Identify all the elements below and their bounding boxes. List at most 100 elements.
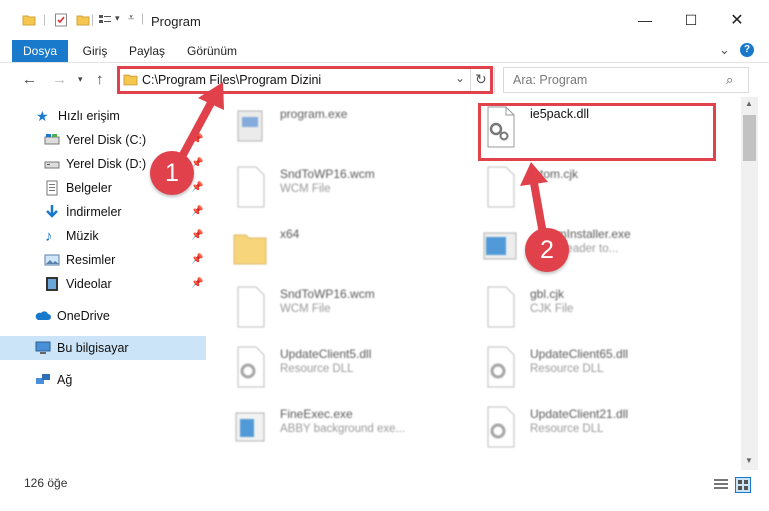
search-placeholder: Ara: Program [513, 73, 588, 87]
exe-file-icon [235, 412, 265, 442]
scroll-thumb[interactable] [743, 115, 756, 161]
sidebar-item-label: Yerel Disk (D:) [66, 157, 147, 171]
search-input[interactable]: Ara: Program ⌕ [503, 67, 749, 93]
dll-file-icon [237, 346, 265, 388]
documents-icon [46, 180, 58, 196]
drive-icon [44, 161, 60, 169]
file-type: Resource DLL [530, 363, 604, 375]
list-item[interactable]: ...tom.cjk [482, 163, 722, 213]
file-type: Resource DLL [530, 423, 604, 435]
list-item[interactable]: program.exe [232, 103, 472, 153]
up-arrow-icon[interactable]: ↑ [96, 71, 104, 88]
file-icon [237, 166, 265, 208]
pin-icon[interactable]: 📌 [191, 206, 203, 217]
pin-icon[interactable]: 📌 [191, 254, 203, 265]
sidebar-item-network[interactable]: Ağ [0, 368, 206, 392]
file-icon [487, 286, 515, 328]
list-item[interactable]: UpdateClient21.dll Resource DLL [482, 403, 722, 453]
folder-icon [233, 234, 267, 265]
file-name: FineExec.exe [280, 407, 353, 421]
address-bar-highlight [117, 66, 493, 94]
tab-file[interactable]: Dosya [12, 40, 68, 62]
sidebar-item-label: Resimler [66, 253, 116, 267]
view-options-icon[interactable] [98, 13, 112, 27]
close-button[interactable]: ✕ [714, 0, 760, 40]
list-item[interactable]: x64 [232, 223, 472, 273]
minimize-button[interactable]: — [622, 0, 668, 40]
list-item[interactable]: UpdateClient5.dll Resource DLL [232, 343, 472, 393]
step-badge-2: 2 [525, 228, 569, 272]
file-type: WCM File [280, 183, 331, 195]
scroll-down-icon[interactable]: ▼ [745, 456, 753, 465]
list-item[interactable]: UpdateClient65.dll Resource DLL [482, 343, 722, 393]
list-item[interactable]: ...ammInstaller.exe ...fineReader to... [482, 223, 722, 273]
status-bar: 126 öğe [0, 470, 769, 498]
file-name: x64 [280, 227, 300, 241]
exe-file-icon [237, 110, 263, 142]
file-type: Resource DLL [280, 363, 354, 375]
computer-icon [35, 341, 51, 354]
sidebar-item-music[interactable]: ♪ Müzik 📌 [0, 224, 206, 248]
sidebar-item-quick-access[interactable]: ★ Hızlı erişim [0, 104, 206, 128]
network-icon [36, 374, 50, 384]
sidebar-item-this-pc[interactable]: Bu bilgisayar [0, 336, 206, 360]
drive-icon [44, 134, 60, 145]
file-highlight [478, 103, 716, 161]
exe-file-icon [483, 232, 517, 260]
list-item[interactable]: gbl.cjk CJK File [482, 283, 722, 333]
scroll-up-icon[interactable]: ▲ [745, 99, 753, 108]
tab-view[interactable]: Görünüm [184, 40, 240, 62]
maximize-button[interactable]: ☐ [668, 0, 714, 40]
customize-toolbar-icon[interactable]: ⩡ [128, 12, 134, 25]
sidebar-item-downloads[interactable]: İndirmeler 📌 [0, 200, 206, 224]
file-name: SndToWP16.wcm [280, 167, 375, 181]
sidebar-item-label: İndirmeler [66, 205, 122, 219]
back-arrow-icon[interactable]: ← [22, 71, 37, 88]
search-icon[interactable]: ⌕ [726, 72, 733, 88]
properties-icon[interactable] [54, 13, 68, 27]
title-divider: | [141, 11, 145, 25]
help-icon[interactable]: ? [740, 43, 754, 57]
pin-icon[interactable]: 📌 [191, 134, 203, 145]
file-name: UpdateClient21.dll [530, 407, 629, 421]
title-bar: | | ▾ ⩡ | Program — ☐ ✕ [0, 0, 769, 40]
dll-file-icon [487, 346, 515, 388]
file-type: ABBY background exe... [280, 423, 406, 435]
file-type: CJK File [530, 303, 574, 315]
sidebar-item-onedrive[interactable]: OneDrive [0, 304, 206, 328]
list-item[interactable]: SndToWP16.wcm WCM File [232, 163, 472, 213]
tab-share[interactable]: Paylaş [126, 40, 168, 62]
new-folder-icon[interactable] [76, 13, 90, 27]
forward-arrow-icon[interactable]: → [52, 71, 67, 88]
vertical-scrollbar[interactable]: ▲ ▼ [741, 97, 758, 470]
sidebar-item-label: Müzik [66, 229, 99, 243]
pictures-icon [44, 254, 60, 266]
item-count: 126 öğe [24, 476, 68, 490]
sidebar-item-label: Hızlı erişim [58, 109, 120, 123]
list-item[interactable]: FineExec.exe ABBY background exe... [232, 403, 472, 453]
file-name: UpdateClient5.dll [280, 347, 372, 361]
window-title: Program [151, 14, 201, 29]
toolbar-divider: | [43, 12, 47, 26]
file-icon [487, 166, 515, 208]
file-name: UpdateClient65.dll [530, 347, 629, 361]
tab-home[interactable]: Giriş [78, 40, 112, 62]
ribbon-tabs: Dosya Giriş Paylaş Görünüm ⌄ ? [0, 40, 769, 63]
sidebar-item-disk-c[interactable]: Yerel Disk (C:) 📌 [0, 128, 206, 152]
dll-file-icon [487, 406, 515, 448]
list-item[interactable]: SndToWP16.wcm WCM File [232, 283, 472, 333]
details-view-icon[interactable] [714, 478, 728, 490]
recent-locations-icon[interactable]: ▾ [78, 74, 83, 85]
folder-icon[interactable] [22, 13, 36, 27]
ribbon-collapse-icon[interactable]: ⌄ [719, 42, 730, 58]
dropdown-arrow-icon[interactable]: ▾ [115, 13, 120, 24]
pin-icon[interactable]: 📌 [191, 278, 203, 289]
file-name: ...tom.cjk [530, 167, 579, 181]
step-badge-1: 1 [150, 151, 194, 195]
large-icons-view-icon[interactable] [735, 477, 751, 493]
sidebar-item-videos[interactable]: Videolar 📌 [0, 272, 206, 296]
pin-icon[interactable]: 📌 [191, 230, 203, 241]
pin-icon[interactable]: 📌 [191, 182, 203, 193]
sidebar-item-pictures[interactable]: Resimler 📌 [0, 248, 206, 272]
music-icon: ♪ [45, 228, 53, 245]
